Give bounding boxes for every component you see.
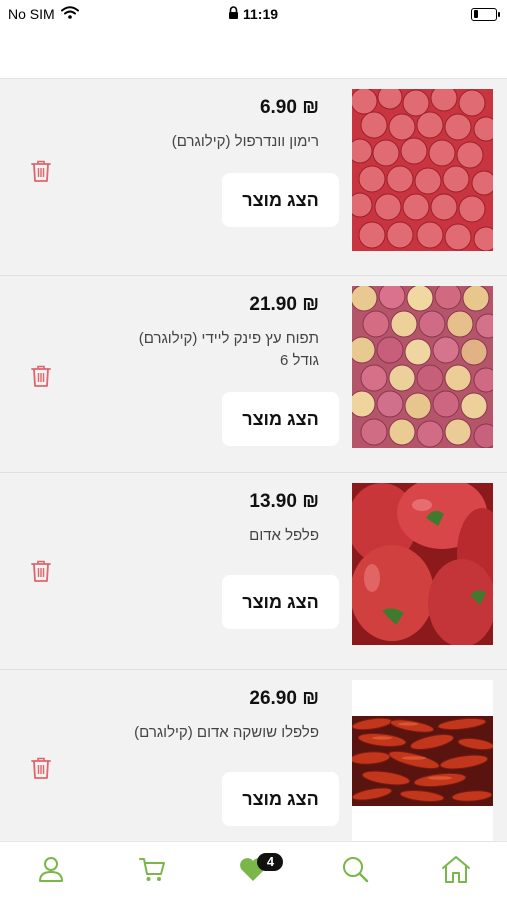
nav-profile[interactable] bbox=[21, 849, 81, 895]
product-price: ₪ 21.90 bbox=[249, 294, 319, 315]
clock: 11:19 bbox=[243, 6, 279, 22]
product-title: רימון וונדרפול (קילוגרם) bbox=[171, 133, 319, 150]
nav-search[interactable] bbox=[325, 849, 385, 895]
product-image-shushka-peppers[interactable] bbox=[352, 680, 493, 841]
pomegranates-illustration bbox=[352, 89, 493, 251]
product-title: פלפלו שושקה אדום (קילוגרם) bbox=[134, 724, 319, 741]
status-bar: No SIM 11:19 bbox=[0, 0, 507, 28]
favorites-count-badge: 4 bbox=[257, 852, 284, 871]
carrier-label: No SIM bbox=[8, 6, 55, 22]
show-product-button[interactable]: הצג מוצר bbox=[222, 392, 339, 446]
show-product-button[interactable]: הצג מוצר bbox=[222, 575, 339, 629]
nav-cart[interactable] bbox=[122, 849, 182, 895]
product-price: ₪ 26.90 bbox=[249, 688, 319, 709]
product-price: ₪ 13.90 bbox=[249, 491, 319, 512]
home-icon bbox=[440, 854, 472, 889]
pink-apples-illustration bbox=[352, 286, 493, 448]
favorites-list: ₪ 6.90 רימון וונדרפול (קילוגרם) הצג מוצר bbox=[0, 79, 507, 841]
product-image-red-peppers[interactable] bbox=[352, 483, 493, 645]
page-header bbox=[0, 28, 507, 79]
nav-home[interactable] bbox=[426, 849, 486, 895]
status-right bbox=[471, 7, 507, 21]
trash-icon[interactable] bbox=[30, 756, 54, 782]
search-icon bbox=[340, 854, 370, 889]
trash-icon[interactable] bbox=[30, 559, 54, 585]
list-item: ₪ 6.90 רימון וונדרפול (קילוגרם) הצג מוצר bbox=[0, 79, 507, 276]
status-center: 11:19 bbox=[228, 6, 278, 22]
product-image-pomegranates[interactable] bbox=[352, 89, 493, 251]
product-price: ₪ 6.90 bbox=[259, 97, 319, 118]
product-title: תפוח עץ פינק ליידי (קילוגרם) גודל 6 bbox=[138, 330, 319, 369]
show-product-button[interactable]: הצג מוצר bbox=[222, 173, 339, 227]
bottom-navigation: 4 bbox=[0, 841, 507, 901]
trash-icon[interactable] bbox=[30, 364, 54, 390]
shushka-peppers-illustration bbox=[352, 680, 493, 841]
list-item: ₪ 21.90 תפוח עץ פינק ליידי (קילוגרם) גוד… bbox=[0, 276, 507, 473]
cart-icon bbox=[137, 854, 167, 889]
nav-favorites[interactable]: 4 bbox=[223, 849, 284, 895]
list-item: ₪ 13.90 פלפל אדום הצג מוצר bbox=[0, 473, 507, 670]
red-peppers-illustration bbox=[352, 483, 493, 645]
list-item: ₪ 26.90 פלפלו שושקה אדום (קילוגרם) הצג מ… bbox=[0, 670, 507, 841]
lock-icon bbox=[228, 6, 239, 22]
status-left: No SIM bbox=[0, 6, 79, 22]
product-title: פלפל אדום bbox=[249, 527, 319, 544]
wifi-icon bbox=[60, 6, 79, 22]
trash-icon[interactable] bbox=[30, 159, 54, 185]
battery-icon bbox=[471, 7, 500, 21]
user-icon bbox=[36, 854, 66, 889]
product-image-pink-apples[interactable] bbox=[352, 286, 493, 448]
show-product-button[interactable]: הצג מוצר bbox=[222, 772, 339, 826]
